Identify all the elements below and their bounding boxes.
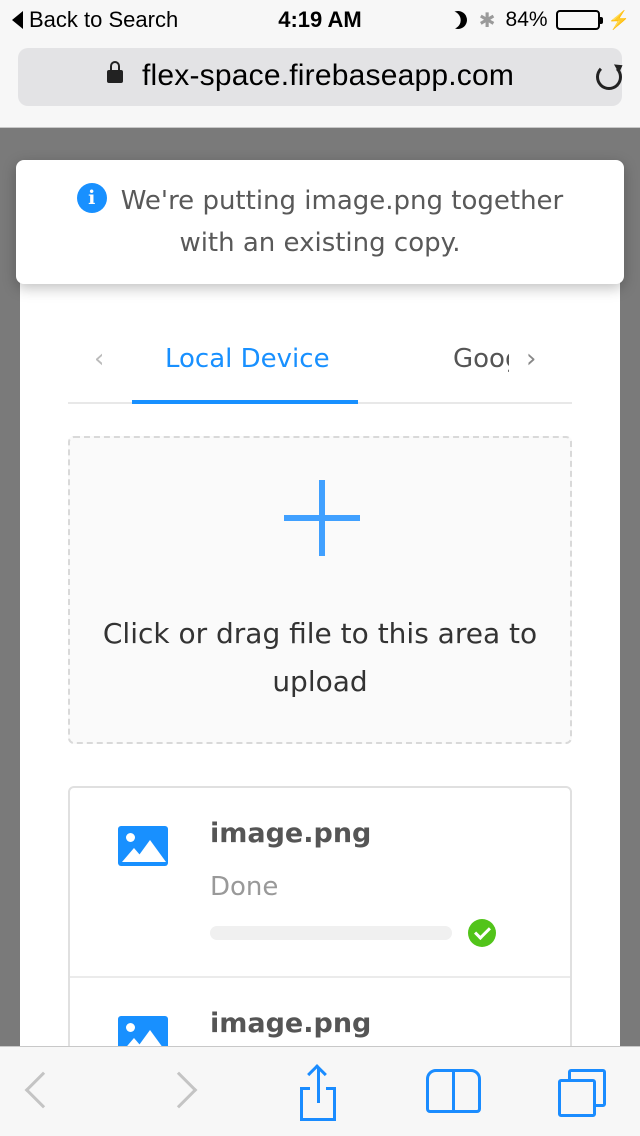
battery-icon xyxy=(555,10,603,30)
address-bar[interactable]: flex-space.firebaseapp.com xyxy=(18,48,622,106)
bookmarks-icon xyxy=(426,1069,486,1115)
reload-icon[interactable] xyxy=(596,64,622,90)
lock-icon xyxy=(107,61,123,83)
dropzone-hint: Click or drag file to this area to uploa… xyxy=(102,617,538,698)
picture-icon xyxy=(118,826,168,866)
battery-percentage: 84% xyxy=(505,8,548,31)
browser-toolbar xyxy=(0,1046,640,1136)
status-bar: Back to Search 4:19 AM ✱ 84% ⚡ xyxy=(0,0,640,40)
active-tab-indicator xyxy=(132,400,358,404)
notification-line-2: with an existing copy. xyxy=(179,228,461,258)
info-notification: i We're putting image.png together with a… xyxy=(16,160,624,284)
forward-chevron-icon xyxy=(160,1071,198,1109)
url-text: flex-space.firebaseapp.com xyxy=(142,59,515,92)
info-icon: i xyxy=(76,182,107,213)
bookmarks-button[interactable] xyxy=(418,1047,498,1136)
tab-google-drive[interactable]: Google Drive xyxy=(453,344,509,374)
forward-button[interactable] xyxy=(144,1047,224,1136)
charging-bolt-icon: ⚡ xyxy=(607,9,630,30)
source-tabs: ‹ Local Device Google Drive › xyxy=(68,330,572,404)
notification-message: i We're putting image.png together with a… xyxy=(16,180,624,264)
notification-line-1: We're putting image.png together xyxy=(120,186,564,216)
list-item: image.png Done xyxy=(70,788,570,978)
share-button[interactable] xyxy=(280,1047,360,1136)
tabs-button[interactable] xyxy=(540,1047,620,1136)
file-name: image.png xyxy=(210,818,372,849)
upload-dropzone[interactable]: Click or drag file to this area to uploa… xyxy=(68,436,572,744)
back-chevron-icon xyxy=(24,1071,62,1109)
status-icons: ✱ 84% ⚡ xyxy=(449,6,630,34)
plus-icon xyxy=(284,480,360,556)
tabs-prev-chevron-icon[interactable]: ‹ xyxy=(94,344,104,374)
success-check-icon xyxy=(468,919,496,947)
file-name: image.png xyxy=(210,1008,372,1039)
browser-header: flex-space.firebaseapp.com xyxy=(0,40,640,128)
file-status: Done xyxy=(210,872,279,902)
do-not-disturb-moon-icon xyxy=(446,8,469,31)
back-button[interactable] xyxy=(0,1047,80,1136)
tab-local-device[interactable]: Local Device xyxy=(165,344,330,374)
tabs-next-chevron-icon[interactable]: › xyxy=(526,344,536,374)
bluetooth-icon: ✱ xyxy=(478,9,496,32)
upload-progress-bar xyxy=(210,926,452,940)
